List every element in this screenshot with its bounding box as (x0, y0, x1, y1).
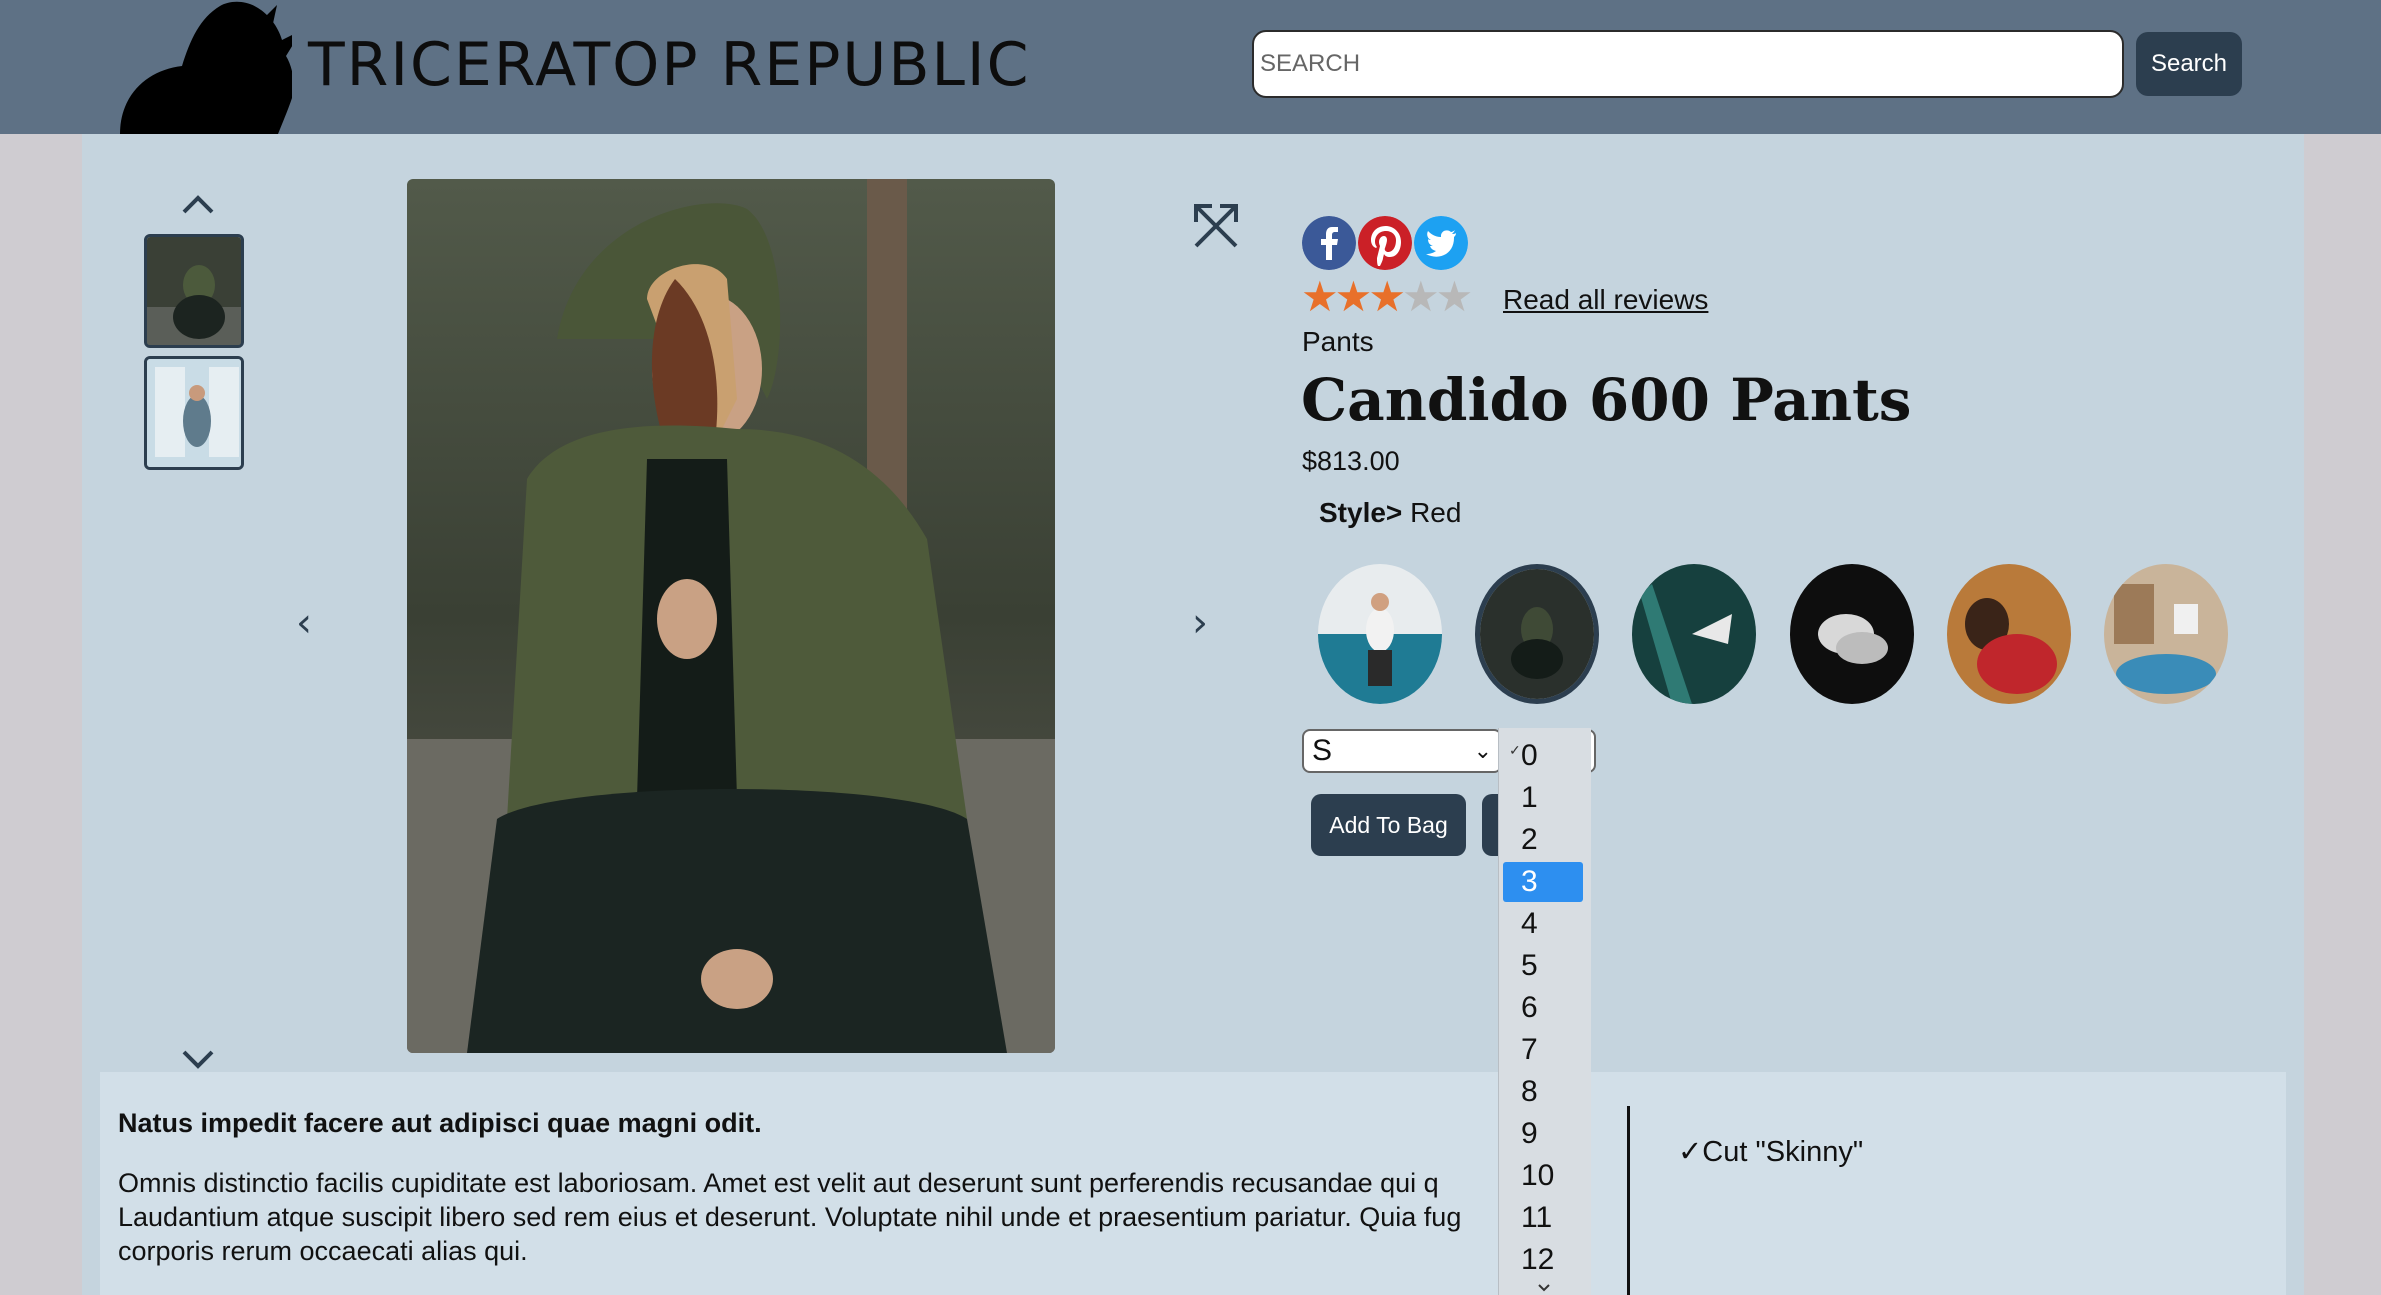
twitter-icon[interactable] (1414, 216, 1468, 270)
description-line: corporis rerum occaecati alias qui. (118, 1236, 528, 1266)
description-heading: Natus impedit facere aut adipisci quae m… (118, 1108, 762, 1138)
expand-icon[interactable] (1190, 200, 1242, 252)
facebook-icon[interactable] (1302, 216, 1356, 270)
star-icon: ★ (1334, 273, 1373, 320)
style-label: Style> (1319, 497, 1403, 528)
style-option-6-image (2104, 564, 2228, 704)
style-option-5[interactable] (1947, 564, 2071, 704)
quantity-option[interactable]: 9 (1503, 1114, 1583, 1154)
style-option-4[interactable] (1790, 564, 1914, 704)
quantity-option-highlighted[interactable]: 3 (1503, 862, 1583, 902)
quantity-option[interactable]: 0 (1503, 736, 1583, 776)
triceratops-logo-icon[interactable] (112, 0, 292, 134)
thumbnail-2-image (147, 359, 241, 467)
quantity-option[interactable]: 6 (1503, 988, 1583, 1028)
gallery-next-arrow[interactable]: › (1192, 600, 1208, 646)
brand-name[interactable]: TRICERATOP REPUBLIC (308, 30, 1031, 100)
thumbnail-1-image (147, 237, 241, 345)
style-value: Red (1410, 497, 1462, 528)
style-option-6[interactable] (2104, 564, 2228, 704)
feature-item: ✓Cut "Skinny" (1678, 1136, 1864, 1168)
star-rating: ★★★★★ (1301, 273, 1474, 320)
size-select[interactable]: S ⌄ (1302, 729, 1502, 773)
gallery-prev-arrow[interactable]: ‹ (296, 600, 312, 646)
product-title: Candido 600 Pants (1301, 366, 1912, 434)
quantity-option[interactable]: 1 (1503, 778, 1583, 818)
product-price: $813.00 (1302, 446, 1400, 476)
style-option-2-image (1480, 569, 1594, 699)
chevron-down-icon: ⌄ (1473, 738, 1492, 763)
quantity-option[interactable]: 12 (1503, 1240, 1583, 1280)
quantity-option[interactable]: 2 (1503, 820, 1583, 860)
style-option-5-image (1947, 564, 2071, 704)
style-option-3-image (1632, 564, 1756, 704)
style-option-4-image (1790, 564, 1914, 704)
style-option-2-selected[interactable] (1475, 564, 1599, 704)
size-select-value: S (1312, 734, 1333, 767)
quantity-option[interactable]: 8 (1503, 1072, 1583, 1112)
pinterest-icon[interactable] (1358, 216, 1412, 270)
quantity-option[interactable]: 10 (1503, 1156, 1583, 1196)
quantity-dropdown-list[interactable]: ✓ 0 1 2 3 4 5 6 7 8 9 10 11 12 (1498, 728, 1591, 1295)
quantity-option[interactable]: 11 (1503, 1198, 1583, 1238)
style-option-3[interactable] (1632, 564, 1756, 704)
style-selector-label: Style> Red (1319, 497, 1461, 529)
thumbnail-1[interactable] (144, 234, 244, 348)
scroll-down-chevron-icon[interactable] (1537, 1283, 1551, 1293)
quantity-option[interactable]: 7 (1503, 1030, 1583, 1070)
search-button[interactable]: Search (2136, 32, 2242, 96)
quantity-option[interactable]: 4 (1503, 904, 1583, 944)
search-input[interactable] (1252, 30, 2124, 98)
star-icon: ★ (1368, 273, 1406, 320)
description-line: Laudantium atque suscipit libero sed rem… (118, 1202, 1462, 1232)
description-line: Omnis distinctio facilis cupiditate est … (118, 1168, 1439, 1198)
thumbnails-up-chevron-icon[interactable] (180, 192, 216, 216)
site-header: TRICERATOP REPUBLIC Search (0, 0, 2381, 134)
main-product-image (407, 179, 1055, 1053)
thumbnails-down-chevron-icon[interactable] (180, 1048, 216, 1072)
product-category: Pants (1302, 326, 1374, 357)
add-to-bag-button[interactable]: Add To Bag (1311, 794, 1466, 856)
thumbnail-2[interactable] (144, 356, 244, 470)
star-empty-icon: ★ (1401, 273, 1440, 320)
star-empty-icon: ★ (1435, 273, 1474, 320)
star-icon: ★ (1301, 273, 1339, 320)
style-option-1[interactable] (1318, 564, 1442, 704)
description-body: Omnis distinctio facilis cupiditate est … (118, 1166, 1608, 1268)
style-option-1-image (1318, 564, 1442, 704)
read-all-reviews-link[interactable]: Read all reviews (1503, 284, 1708, 316)
quantity-option[interactable]: 5 (1503, 946, 1583, 986)
description-divider (1627, 1106, 1630, 1295)
